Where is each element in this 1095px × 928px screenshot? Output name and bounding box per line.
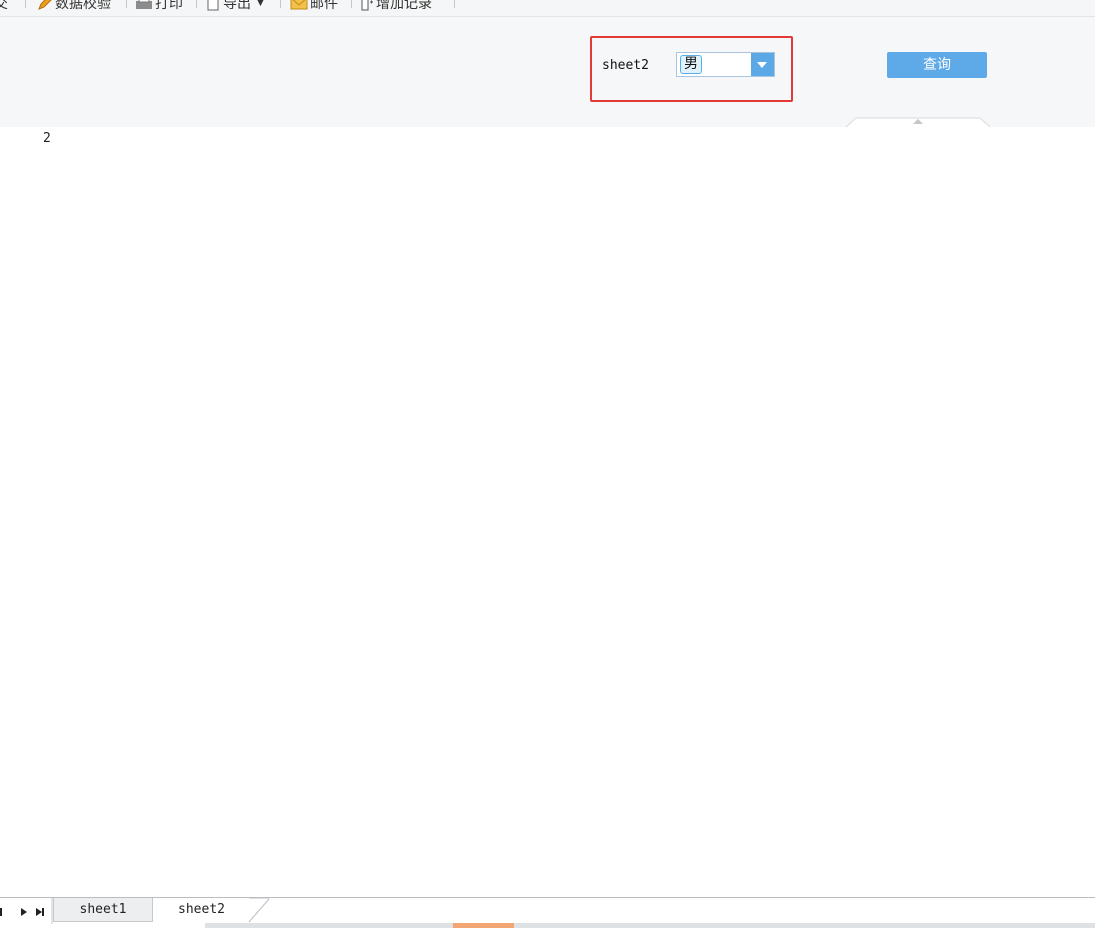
chevron-down-icon: ▼ [257,0,264,8]
tab-edge [248,898,270,923]
horizontal-scrollbar[interactable] [205,923,1095,928]
envelope-icon [290,0,308,10]
toolbar-separator [25,0,26,8]
last-sheet-icon[interactable] [32,904,48,920]
add-record-button[interactable]: 增加记录 [360,0,432,13]
toolbar-separator [280,0,281,8]
gender-select[interactable]: 男 [676,52,775,77]
pencil-icon [38,0,52,10]
printer-icon [136,0,152,9]
sheet-tab-bar: sheet1 sheet2 [0,897,1095,928]
tab-sheet1[interactable]: sheet1 [53,898,153,922]
validate-label: 数据校验 [55,0,111,12]
toolbar-item-partial[interactable]: 交 [0,0,8,13]
export-label: 导出 [223,0,251,12]
parameter-panel: sheet2 男 查询 [0,17,1095,129]
validate-button[interactable]: 数据校验 [37,0,111,13]
print-label: 打印 [155,0,183,12]
selected-value-tag[interactable]: 男 [680,55,702,74]
export-button[interactable]: 导出 ▼ [205,0,264,13]
toolbar-separator [454,0,455,8]
sheet-nav [0,901,50,923]
add-record-label: 增加记录 [376,0,432,12]
param-label: sheet2 [602,58,649,73]
query-button[interactable]: 查询 [887,52,987,78]
document-icon [207,0,219,11]
dropdown-button[interactable] [751,53,774,76]
toolbar-separator [196,0,197,8]
toolbar: 交 数据校验 打印 导出 ▼ 邮件 增加 [0,0,1095,17]
scrollbar-thumb[interactable] [453,923,514,928]
email-button[interactable]: 邮件 [290,0,338,13]
print-button[interactable]: 打印 [135,0,183,13]
next-sheet-icon[interactable] [16,904,32,920]
collapse-panel-handle[interactable] [846,117,990,129]
toolbar-separator [351,0,352,8]
add-record-icon [361,0,373,11]
report-cell: 2 [43,131,51,146]
toolbar-separator [126,0,127,8]
email-label: 邮件 [310,0,338,12]
toolbar-item-label: 交 [0,0,8,13]
first-sheet-icon[interactable] [0,904,16,920]
